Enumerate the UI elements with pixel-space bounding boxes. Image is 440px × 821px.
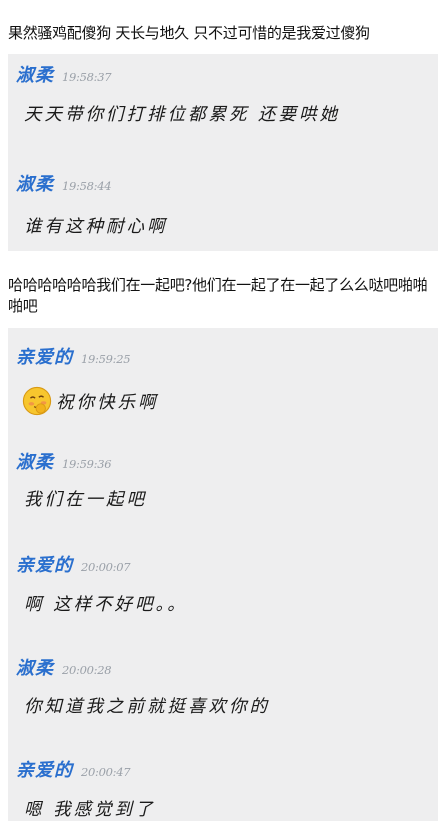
message-text: 谁有这种耐心啊 [24, 217, 168, 237]
message-timestamp: 19:59:25 [81, 352, 131, 366]
chat-screenshot-1: 淑柔 19:58:37 天天带你们打排位都累死 还要哄她 淑柔 19:58:44… [8, 54, 438, 251]
message-timestamp: 20:00:47 [81, 765, 131, 779]
sender-name: 淑柔 [16, 452, 54, 473]
message-text: 我们在一起吧 [24, 490, 147, 510]
message-timestamp: 19:59:36 [62, 457, 112, 471]
sender-name: 亲爱的 [16, 760, 73, 781]
message-text: 嗯 我感觉到了 [24, 800, 156, 820]
message-timestamp: 20:00:28 [62, 663, 112, 677]
message-text: 祝你快乐啊 [56, 392, 159, 413]
message-text: 啊 这样不好吧。。 [24, 595, 188, 615]
chat-screenshot-2: 亲爱的 19:59:25 祝你快乐啊 淑柔 19:59:36 我们在一起吧 亲爱… [8, 328, 438, 821]
post-caption-2: 哈哈哈哈哈哈我们在一起吧?他们在一起了在一起了么么哒吧啪啪啪吧 [8, 276, 428, 315]
sender-name: 淑柔 [16, 65, 54, 86]
sender-name: 淑柔 [16, 174, 54, 195]
message-timestamp: 19:58:44 [62, 179, 112, 193]
blushing-face-emoji [22, 386, 52, 416]
message-timestamp: 19:58:37 [62, 70, 112, 84]
message-content: 祝你快乐啊 [22, 386, 159, 416]
message-text: 你知道我之前就挺喜欢你的 [24, 697, 270, 717]
message-timestamp: 20:00:07 [81, 560, 131, 574]
sender-name: 亲爱的 [16, 347, 73, 368]
message-text: 天天带你们打排位都累死 还要哄她 [24, 105, 341, 125]
sender-name: 亲爱的 [16, 555, 73, 576]
post-caption-1: 果然骚鸡配傻狗 天长与地久 只不过可惜的是我爱过傻狗 [8, 24, 370, 42]
sender-name: 淑柔 [16, 658, 54, 679]
